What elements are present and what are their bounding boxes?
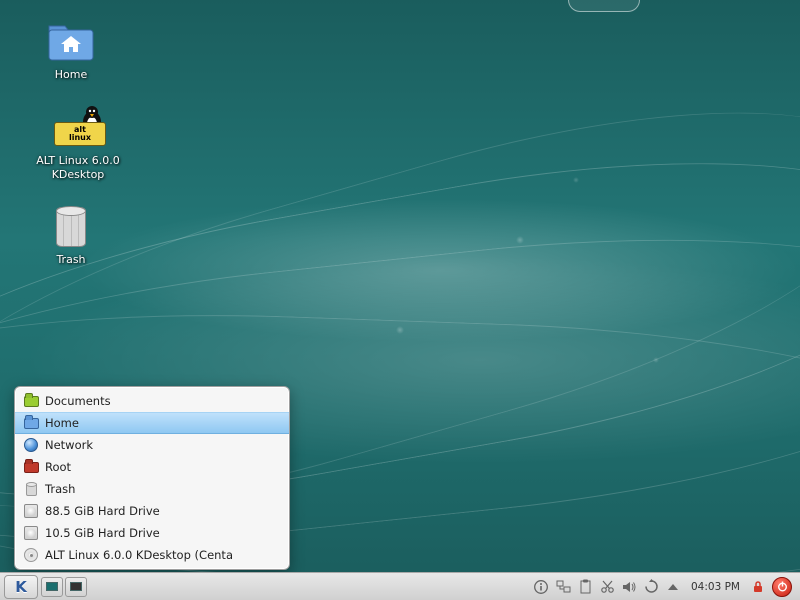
badge-text-line2: linux — [69, 134, 91, 142]
scissors-icon[interactable] — [599, 579, 615, 595]
desktop-icon-label: Trash — [56, 253, 85, 267]
folder-green-icon — [23, 393, 39, 409]
menu-item-label: 88.5 GiB Hard Drive — [45, 504, 160, 518]
pager-button[interactable] — [65, 577, 87, 597]
places-menu: Documents Home Network Root Trash 88.5 G… — [14, 386, 290, 570]
updates-icon[interactable] — [643, 579, 659, 595]
desktop-icon — [46, 582, 58, 591]
network-icon[interactable] — [555, 579, 571, 595]
folder-blue-icon — [23, 415, 39, 431]
desktop-icon-label: ALT Linux 6.0.0 KDesktop — [28, 154, 128, 182]
menu-item-home[interactable]: Home — [15, 412, 289, 434]
desktop-icon-home[interactable]: Home — [28, 18, 114, 82]
system-tray: 04:03 PM — [529, 577, 796, 597]
desktop-icon-trash[interactable]: Trash — [28, 203, 114, 267]
power-icon — [777, 581, 788, 592]
menu-item-optical[interactable]: ALT Linux 6.0.0 KDesktop (Centa — [15, 544, 289, 566]
cd-icon — [23, 547, 39, 563]
menu-item-label: Home — [45, 416, 79, 430]
cashew-widget[interactable] — [568, 0, 640, 12]
menu-item-network[interactable]: Network — [15, 434, 289, 456]
desktop-icon-label: Home — [55, 68, 87, 82]
menu-item-label: Network — [45, 438, 93, 452]
menu-item-documents[interactable]: Documents — [15, 390, 289, 412]
menu-item-hdd-1[interactable]: 88.5 GiB Hard Drive — [15, 500, 289, 522]
menu-item-trash[interactable]: Trash — [15, 478, 289, 500]
pager-icon — [70, 582, 82, 591]
hdd-icon — [23, 503, 39, 519]
menu-item-label: Root — [45, 460, 71, 474]
clipboard-icon[interactable] — [577, 579, 593, 595]
alt-linux-icon: alt linux — [54, 104, 102, 152]
folder-red-icon — [23, 459, 39, 475]
menu-item-label: 10.5 GiB Hard Drive — [45, 526, 160, 540]
desktop-icons-area: Home alt linux ALT Linux 6.0.0 KDesktop — [28, 18, 148, 267]
trash-icon — [23, 481, 39, 497]
menu-item-hdd-2[interactable]: 10.5 GiB Hard Drive — [15, 522, 289, 544]
menu-item-label: Documents — [45, 394, 111, 408]
hdd-icon — [23, 525, 39, 541]
kde-logo-icon: K — [15, 578, 27, 596]
tray-expand-arrow[interactable] — [665, 579, 681, 595]
panel: K 04:03 PM — [0, 572, 800, 600]
lock-screen-button[interactable] — [750, 579, 766, 595]
trash-icon — [47, 203, 95, 251]
menu-item-label: ALT Linux 6.0.0 KDesktop (Centa — [45, 548, 233, 562]
info-icon[interactable] — [533, 579, 549, 595]
menu-item-label: Trash — [45, 482, 75, 496]
home-folder-icon — [47, 18, 95, 66]
globe-icon — [23, 437, 39, 453]
clock[interactable]: 04:03 PM — [687, 581, 744, 593]
kickoff-menu-button[interactable]: K — [4, 575, 38, 599]
desktop-icon-alt-linux[interactable]: alt linux ALT Linux 6.0.0 KDesktop — [28, 104, 128, 182]
menu-item-root[interactable]: Root — [15, 456, 289, 478]
volume-icon[interactable] — [621, 579, 637, 595]
shutdown-button[interactable] — [772, 577, 792, 597]
show-desktop-button[interactable] — [41, 577, 63, 597]
